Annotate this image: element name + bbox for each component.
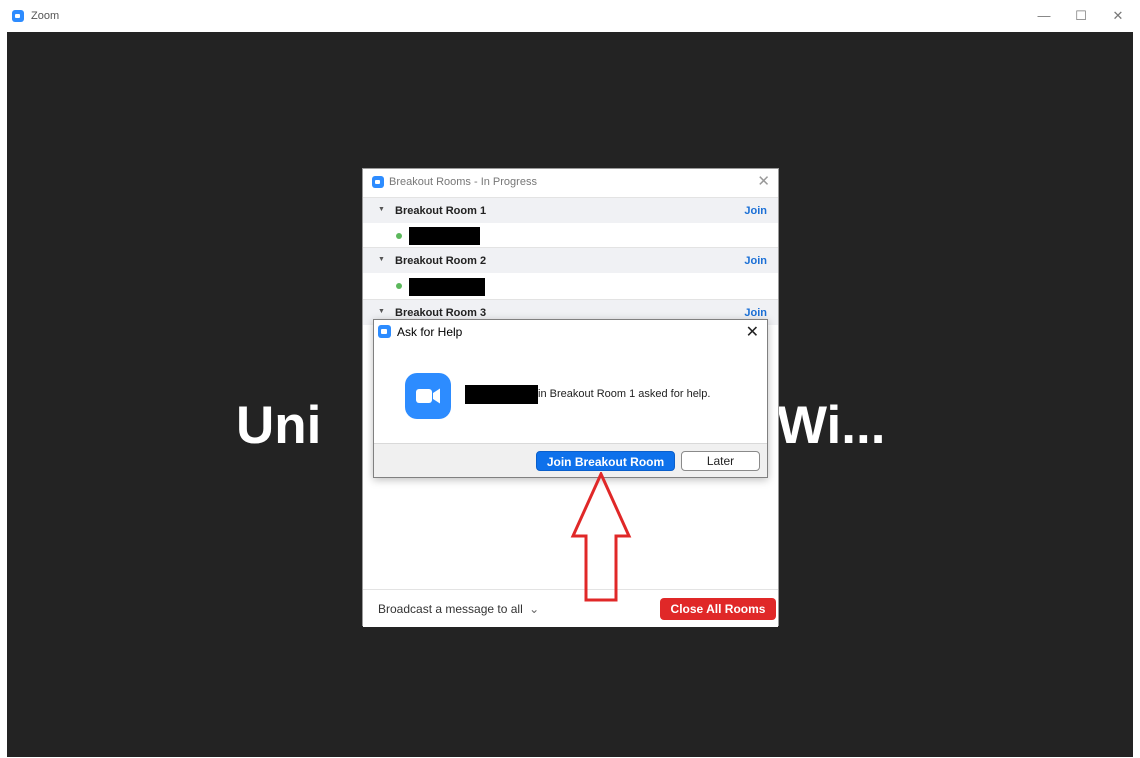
- room-row-2[interactable]: ▼ Breakout Room 2 Join: [363, 247, 778, 273]
- help-dialog-close-button[interactable]: ✕: [746, 322, 759, 342]
- breakout-dialog-header: Breakout Rooms - In Progress ✕: [363, 169, 778, 197]
- breakout-dialog-close-button[interactable]: ✕: [757, 172, 770, 190]
- zoom-logo-icon: [378, 325, 391, 338]
- redacted-participant-name: [409, 278, 485, 296]
- room-name: Breakout Room 1: [395, 205, 487, 217]
- chevron-down-icon: ⌄: [529, 602, 540, 616]
- room-join-link[interactable]: Join: [744, 255, 767, 267]
- participant-name-right: Wi...: [777, 396, 886, 455]
- room-join-link[interactable]: Join: [744, 205, 767, 217]
- close-all-rooms-button[interactable]: Close All Rooms: [660, 598, 776, 620]
- annotation-arrow-icon: [570, 472, 632, 602]
- room-join-link[interactable]: Join: [744, 307, 767, 319]
- room-row-1[interactable]: ▼ Breakout Room 1 Join: [363, 197, 778, 223]
- room-name: Breakout Room 2: [395, 255, 487, 267]
- zoom-logo-icon: [372, 176, 384, 188]
- zoom-camera-icon: [405, 373, 451, 419]
- help-dialog-body: in Breakout Room 1 asked for help.: [374, 345, 767, 444]
- later-button[interactable]: Later: [681, 451, 760, 471]
- zoom-logo-icon: [12, 10, 24, 22]
- room-member-row: [363, 273, 778, 297]
- breakout-dialog-title: Breakout Rooms - In Progress: [389, 176, 537, 188]
- status-dot-icon: [396, 233, 402, 239]
- broadcast-label: Broadcast a message to all: [378, 602, 523, 616]
- help-request-message: in Breakout Room 1 asked for help.: [538, 388, 711, 400]
- collapse-caret-icon[interactable]: ▼: [378, 308, 385, 315]
- collapse-caret-icon[interactable]: ▼: [378, 206, 385, 213]
- minimize-button[interactable]: —: [1033, 6, 1055, 26]
- redacted-participant-name: [465, 385, 538, 404]
- room-member-row: [363, 223, 778, 247]
- status-dot-icon: [396, 283, 402, 289]
- redacted-participant-name: [409, 227, 480, 245]
- window-close-button[interactable]: ✕: [1107, 6, 1129, 26]
- window-title: Zoom: [31, 10, 60, 22]
- room-name: Breakout Room 3: [395, 307, 487, 319]
- help-dialog-title: Ask for Help: [397, 325, 463, 339]
- participant-name-left: Uni: [236, 396, 322, 455]
- maximize-button[interactable]: ☐: [1070, 6, 1092, 26]
- broadcast-dropdown[interactable]: Broadcast a message to all ⌄: [378, 602, 539, 616]
- ask-for-help-dialog: Ask for Help ✕ in Breakout Room 1 asked …: [373, 319, 768, 478]
- help-dialog-header: Ask for Help ✕: [374, 320, 767, 345]
- window-titlebar: Zoom — ☐ ✕: [0, 0, 1140, 32]
- collapse-caret-icon[interactable]: ▼: [378, 256, 385, 263]
- join-breakout-room-button[interactable]: Join Breakout Room: [536, 451, 675, 471]
